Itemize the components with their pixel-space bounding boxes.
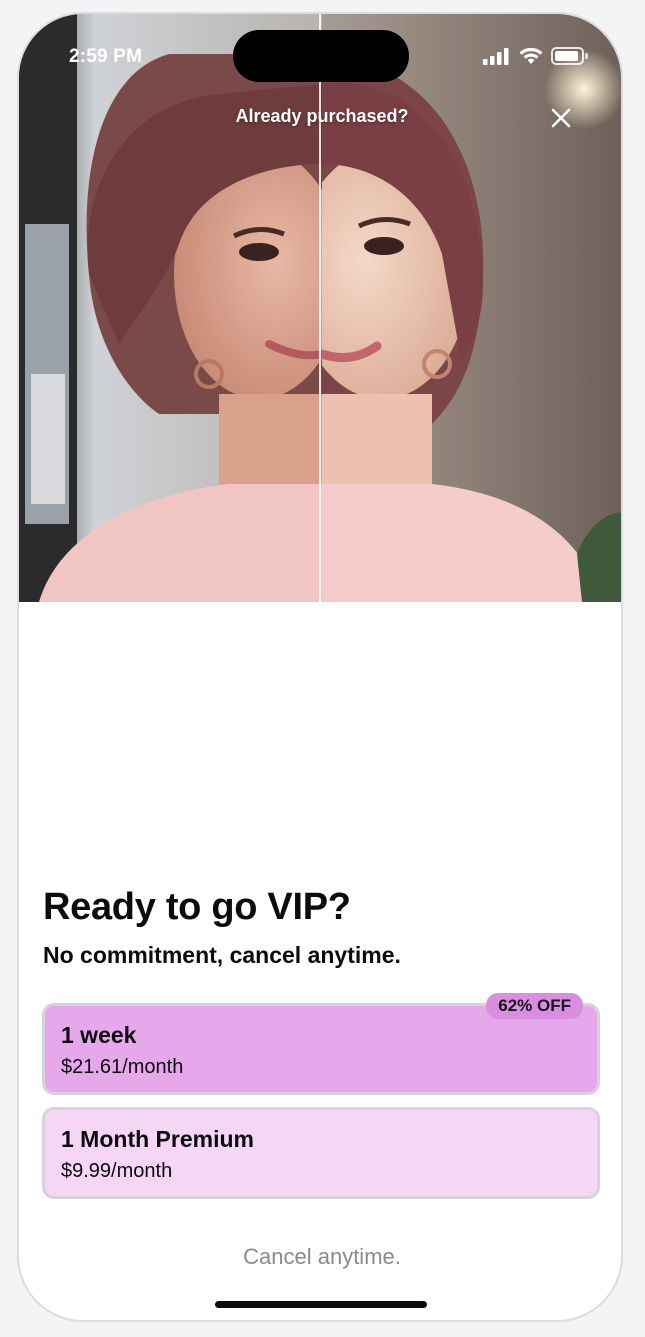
home-indicator[interactable] xyxy=(215,1301,427,1308)
already-purchased-link[interactable]: Already purchased? xyxy=(19,106,621,127)
plan-option-weekly[interactable]: 1 week $21.61/month 62% OFF xyxy=(42,993,600,1095)
plan-name: 1 Month Premium xyxy=(61,1126,254,1152)
battery-icon xyxy=(551,47,588,65)
plan-name: 1 week xyxy=(61,1022,137,1048)
wifi-icon xyxy=(519,47,543,64)
plan-option-monthly[interactable]: 1 Month Premium $9.99/month xyxy=(42,1107,600,1199)
status-icons xyxy=(483,46,589,66)
cancel-anytime-note: Cancel anytime. xyxy=(243,1244,401,1269)
dynamic-island xyxy=(233,30,409,82)
paywall-title: Ready to go VIP? xyxy=(43,886,351,928)
close-icon xyxy=(551,108,571,128)
before-after-hero-image xyxy=(19,14,621,602)
status-time: 2:59 PM xyxy=(69,46,143,67)
cellular-signal-icon xyxy=(483,48,509,65)
paywall-subtitle: No commitment, cancel anytime. xyxy=(43,942,401,968)
plan-price: $9.99/month xyxy=(61,1160,173,1182)
phone-frame: 2:59 PM Already purchased? Ready to go V… xyxy=(17,12,623,1322)
hero-before-image xyxy=(19,14,322,602)
hero-after-image xyxy=(322,14,621,602)
before-after-divider[interactable] xyxy=(319,14,321,602)
plan-price: $21.61/month xyxy=(61,1056,184,1078)
discount-badge: 62% OFF xyxy=(486,993,583,1019)
close-button[interactable] xyxy=(547,104,575,132)
